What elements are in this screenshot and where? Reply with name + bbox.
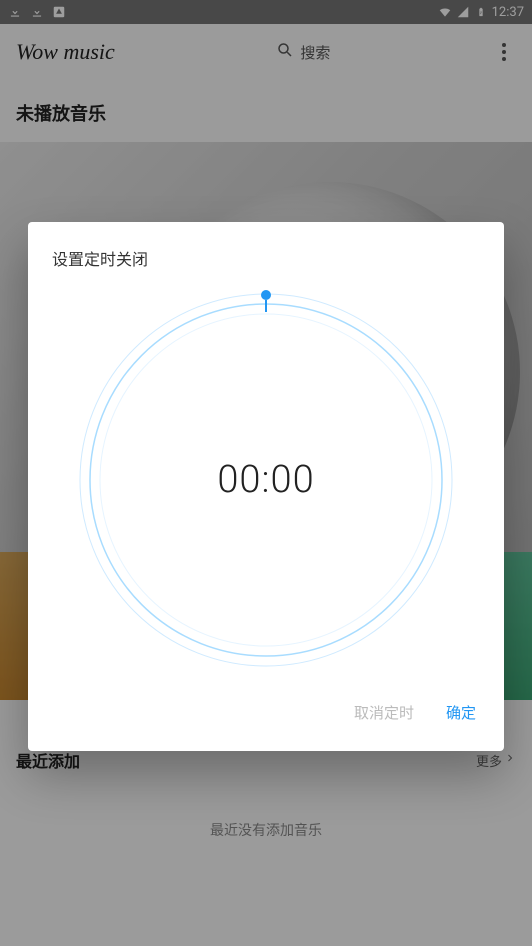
timer-dial[interactable]: 00:00 bbox=[76, 290, 456, 670]
dial-time-value: 00:00 bbox=[217, 458, 314, 502]
sleep-timer-dialog: 设置定时关闭 00:00 取消定时 确定 bbox=[28, 222, 504, 751]
confirm-button[interactable]: 确定 bbox=[442, 694, 480, 731]
dialog-actions: 取消定时 确定 bbox=[52, 686, 480, 739]
dial-thumb[interactable] bbox=[261, 290, 271, 300]
cancel-timer-button[interactable]: 取消定时 bbox=[350, 694, 418, 731]
dial-container: 00:00 bbox=[52, 282, 480, 686]
dialog-title: 设置定时关闭 bbox=[52, 246, 480, 270]
